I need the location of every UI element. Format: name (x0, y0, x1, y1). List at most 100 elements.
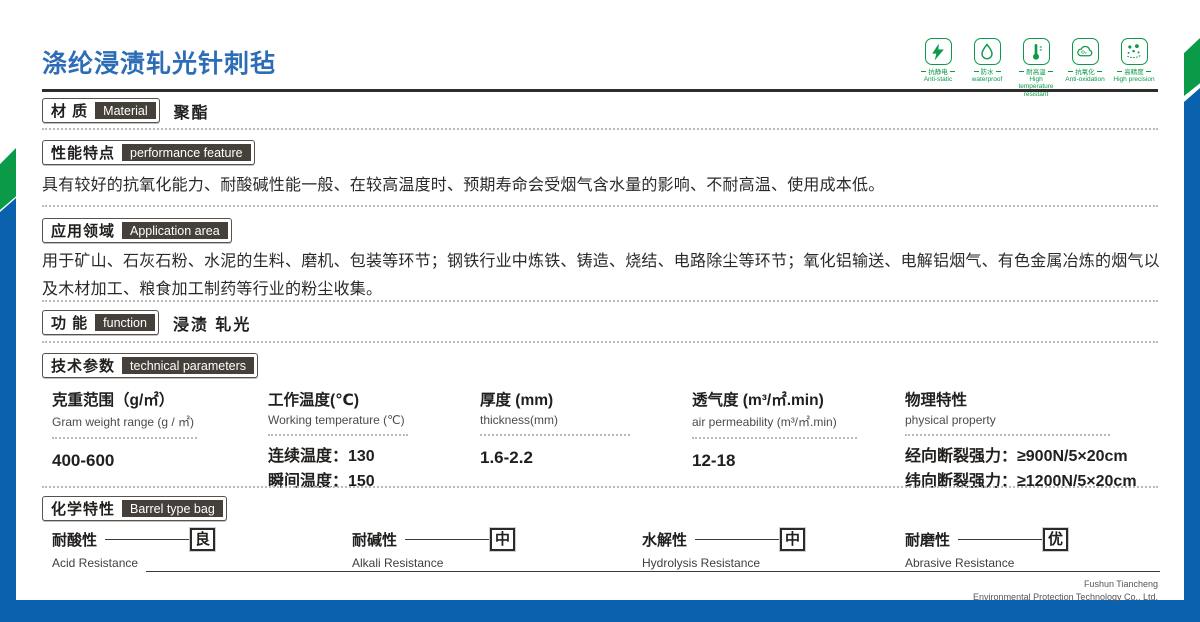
divider-dotted (42, 205, 1158, 207)
lightning-icon (924, 38, 952, 65)
section-technical: 技术参数 technical parameters (42, 353, 259, 378)
param-value: 经向断裂强力：≥900N/5×20cm (905, 448, 1128, 465)
section-title-en-badge: function (95, 314, 155, 331)
param-value: 1.6-2.2 (480, 448, 533, 467)
section-header-technical: 技术参数 technical parameters (42, 353, 259, 378)
chem-rating-badge: 中 (489, 527, 517, 552)
param-label-en: physical property (905, 413, 996, 427)
param-label-zh: 工作温度(℃) (268, 392, 360, 409)
icon-label-en: Anti-static (923, 76, 953, 83)
icon-label-zh: 防水 (974, 66, 1001, 76)
chem-rating-badge: 良 (189, 527, 217, 552)
param-label-zh: 厚度 (mm) (480, 392, 554, 409)
chem-label-zh: 耐磨性 (905, 532, 951, 549)
thermometer-icon (1022, 38, 1050, 65)
param-value: 12-18 (692, 451, 736, 470)
divider-dotted (42, 486, 1158, 488)
section-title-zh: 应用领域 (51, 223, 116, 240)
performance-text: 具有较好的抗氧化能力、耐酸碱性能一般、在较高温度时、预期寿命会受烟气含水量的影响… (42, 177, 885, 194)
right-ribbon-blue (1184, 88, 1200, 622)
section-title-zh: 功 能 (51, 315, 89, 332)
divider-dotted (42, 300, 1158, 302)
chem-connector (405, 539, 491, 540)
function-value: 浸渍 轧光 (172, 316, 252, 334)
param-label-en: air permeability (m³/㎡.min) (692, 415, 837, 429)
param-value: 连续温度：130 (268, 448, 375, 465)
section-title-en-badge: technical parameters (122, 357, 255, 374)
chem-connector (105, 539, 191, 540)
application-text: 用于矿山、石灰石粉、水泥的生料、磨机、包装等环节；钢铁行业中炼铁、铸造、烧结、电… (42, 253, 1160, 298)
section-function: 功 能 function 浸渍 轧光 (42, 310, 251, 335)
divider-dotted (42, 341, 1158, 343)
section-performance: 性能特点 performance feature (42, 140, 255, 165)
company-name-line2: Environmental Protection Technology Co.,… (973, 592, 1158, 603)
param-air-permeability: 透气度 (m³/㎡.min) air permeability (m³/㎡.mi… (692, 388, 897, 473)
page-title: 涤纶浸渍轧光针刺毡 (42, 50, 277, 78)
chem-connector (958, 539, 1044, 540)
param-thickness: 厚度 (mm) thickness(mm) 1.6-2.2 (480, 388, 680, 470)
param-label-zh: 透气度 (m³/㎡.min) (692, 392, 824, 409)
material-value: 聚酯 (173, 104, 210, 122)
icon-label-zh: 抗静电 (921, 66, 955, 76)
icon-label-zh: 抗氧化 (1068, 66, 1102, 76)
company-signature: Fushun Tiancheng Environmental Protectio… (973, 578, 1158, 604)
chem-label-en: Acid Resistance (52, 556, 139, 570)
section-title-zh: 性能特点 (51, 145, 116, 162)
icon-label-en: High precision (1113, 76, 1155, 83)
param-divider (905, 434, 1110, 436)
param-gram-weight: 克重范围（g/㎡） Gram weight range (g / ㎡) 400-… (52, 388, 252, 473)
feature-icons-row: 抗静电 Anti-static 防水 waterproof 耐高温 High t… (917, 38, 1155, 98)
chem-acid-resistance: 耐酸性 良 Acid Resistance (52, 527, 217, 570)
icon-label-en: Anti-oxidation (1065, 76, 1105, 83)
section-application: 应用领域 Application area (42, 218, 232, 243)
section-header-chemical: 化学特性 Barrel type bag (42, 496, 227, 521)
chem-label-en: Hydrolysis Resistance (642, 556, 761, 570)
datasheet-page: 涤纶浸渍轧光针刺毡 抗静电 Anti-static 防水 waterproof (0, 0, 1200, 622)
section-title-zh: 材 质 (51, 103, 89, 120)
param-divider (692, 437, 857, 439)
param-label-en: Working temperature (℃) (268, 413, 405, 427)
dots-icon (1120, 38, 1148, 65)
feature-high-temperature: 耐高温 High temperature resistant (1015, 38, 1057, 98)
feature-anti-oxidation: O₂ 抗氧化 Anti-oxidation (1064, 38, 1106, 98)
section-title-en-badge: Barrel type bag (122, 500, 223, 517)
section-title-en-badge: performance feature (122, 144, 251, 161)
section-title-en-badge: Material (95, 102, 156, 119)
section-chemical: 化学特性 Barrel type bag (42, 496, 227, 521)
feature-waterproof: 防水 waterproof (966, 38, 1008, 98)
chem-label-zh: 水解性 (642, 532, 688, 549)
section-header-application: 应用领域 Application area (42, 218, 232, 243)
left-ribbon-blue (0, 198, 16, 622)
param-working-temperature: 工作温度(℃) Working temperature (℃) 连续温度：130… (268, 388, 473, 494)
param-value: 400-600 (52, 451, 115, 470)
chem-rating-badge: 中 (779, 527, 807, 552)
chem-connector (695, 539, 781, 540)
section-title-en-badge: Application area (122, 222, 228, 239)
icon-label-en: waterproof (971, 76, 1003, 83)
chem-hydrolysis-resistance: 水解性 中 Hydrolysis Resistance (642, 527, 807, 570)
svg-text:O₂: O₂ (1081, 49, 1087, 54)
chem-alkali-resistance: 耐碱性 中 Alkali Resistance (352, 527, 517, 570)
param-label-zh: 克重范围（g/㎡） (52, 392, 175, 409)
section-header-performance: 性能特点 performance feature (42, 140, 255, 165)
param-label-en: thickness(mm) (480, 413, 559, 427)
param-physical-property: 物理特性 physical property 经向断裂强力：≥900N/5×20… (905, 388, 1170, 494)
section-header-function: 功 能 function (42, 310, 159, 335)
icon-label-zh: 耐高温 (1019, 66, 1053, 76)
param-label-en: Gram weight range (g / ㎡) (52, 415, 195, 429)
icon-label-zh: 高精度 (1117, 66, 1151, 76)
section-title-zh: 化学特性 (51, 501, 116, 518)
feature-high-precision: 高精度 High precision (1113, 38, 1155, 98)
droplet-icon (973, 38, 1001, 65)
chem-label-en: Abrasive Resistance (905, 556, 1015, 570)
feature-anti-static: 抗静电 Anti-static (917, 38, 959, 98)
param-label-zh: 物理特性 (905, 392, 968, 409)
chem-label-zh: 耐酸性 (52, 532, 98, 549)
company-name-line1: Fushun Tiancheng (1083, 579, 1158, 589)
section-material: 材 质 Material 聚酯 (42, 98, 210, 123)
chem-abrasive-resistance: 耐磨性 优 Abrasive Resistance (905, 527, 1070, 570)
param-divider (52, 437, 197, 439)
right-ribbon-green (1184, 38, 1200, 96)
footer-rule (146, 571, 1160, 572)
chem-rating-badge: 优 (1042, 527, 1070, 552)
